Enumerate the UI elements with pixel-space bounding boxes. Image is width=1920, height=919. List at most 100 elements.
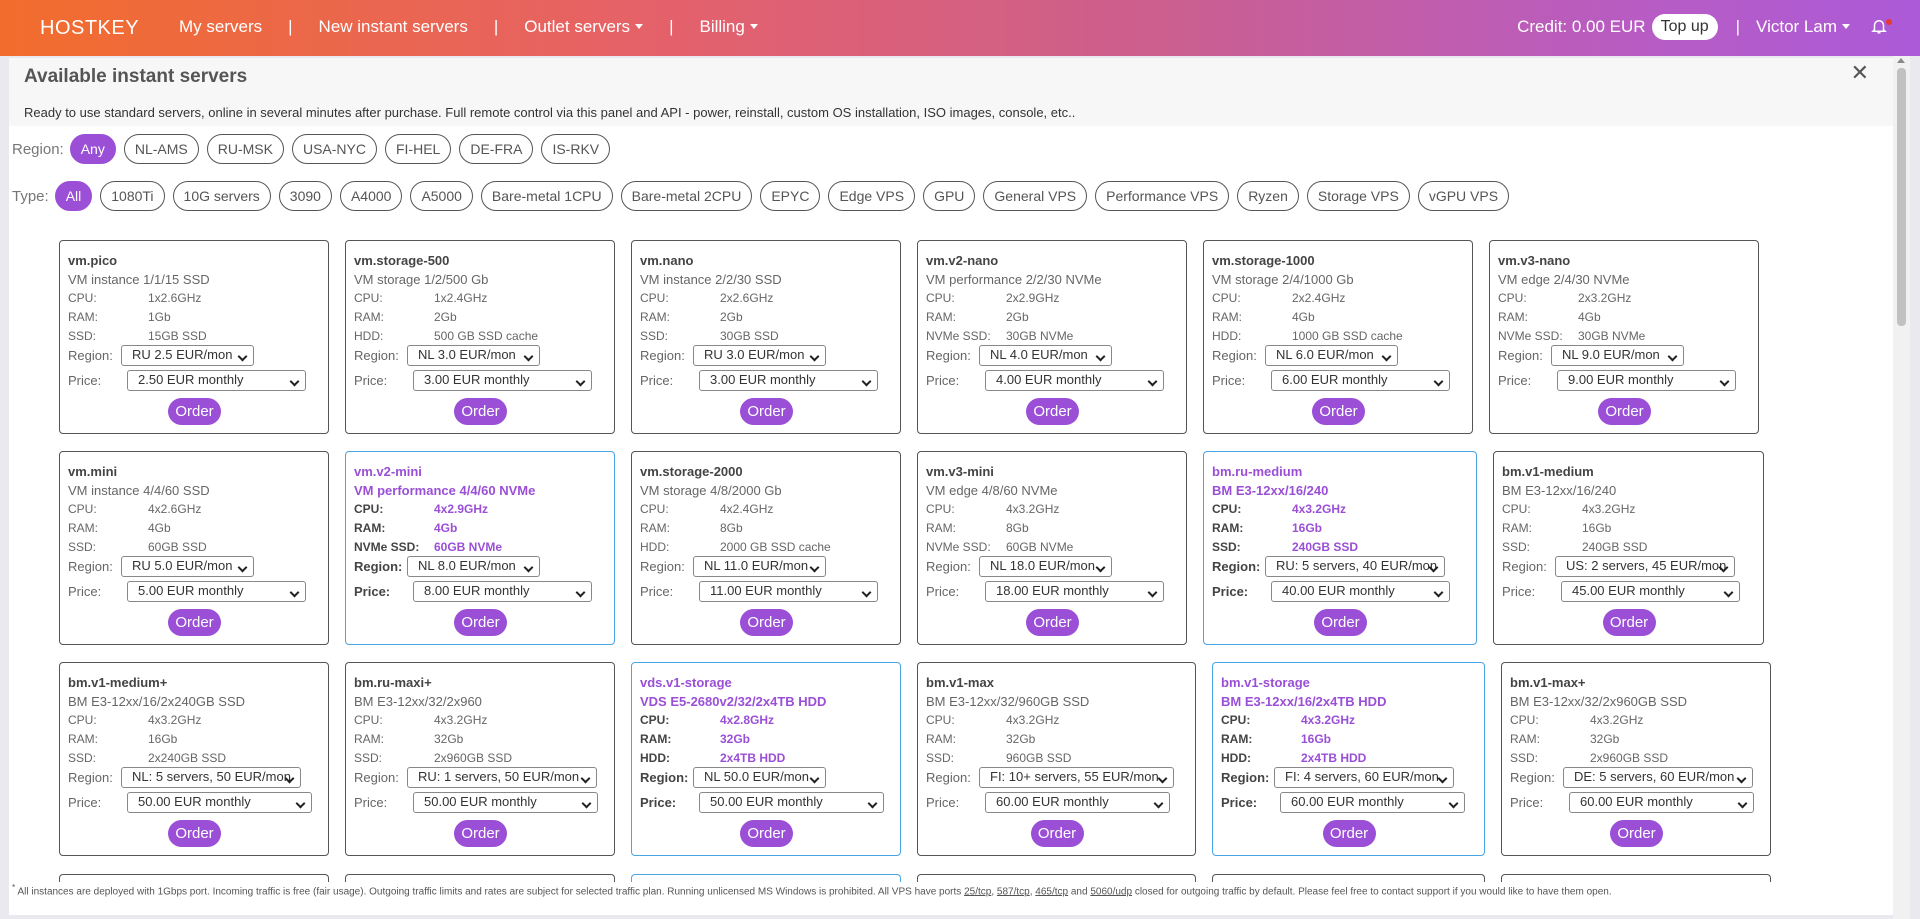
region-select[interactable]: NL 8.0 EUR/mon <box>407 556 540 577</box>
price-select[interactable]: 18.00 EUR monthly <box>985 581 1164 602</box>
spec-value-cpu: 4x3.2GHz <box>1301 713 1356 727</box>
price-select[interactable]: 3.00 EUR monthly <box>699 370 878 391</box>
notifications-bell-icon[interactable] <box>1870 17 1892 37</box>
region-select[interactable]: FI: 10+ servers, 55 EUR/mon <box>979 767 1174 788</box>
nav-my-servers[interactable]: My servers <box>179 17 262 37</box>
region-pill-ru-msk[interactable]: RU-MSK <box>206 134 284 164</box>
order-button[interactable]: Order <box>1598 398 1651 425</box>
type-pill-gpu[interactable]: GPU <box>923 181 976 211</box>
type-pill-10g-servers[interactable]: 10G servers <box>172 181 271 211</box>
brand-logo[interactable]: HOSTKEY <box>40 17 139 40</box>
order-button[interactable]: Order <box>1030 820 1084 847</box>
order-button[interactable]: Order <box>1026 609 1079 636</box>
nav-new-instant-servers[interactable]: New instant servers <box>319 17 468 37</box>
type-pill-general-vps[interactable]: General VPS <box>983 181 1088 211</box>
price-select[interactable]: 11.00 EUR monthly <box>699 581 878 602</box>
type-pill-bare-metal-2cpu[interactable]: Bare-metal 2CPU <box>620 181 753 211</box>
order-button[interactable]: Order <box>740 398 793 425</box>
price-select[interactable]: 45.00 EUR monthly <box>1561 581 1740 602</box>
order-button[interactable]: Order <box>740 820 793 847</box>
order-button[interactable]: Order <box>1322 820 1376 847</box>
type-pill-edge-vps[interactable]: Edge VPS <box>828 181 916 211</box>
order-button[interactable]: Order <box>1610 820 1663 847</box>
order-button[interactable]: Order <box>1312 398 1365 425</box>
order-button[interactable]: Order <box>1602 609 1656 636</box>
order-button[interactable]: Order <box>740 609 793 636</box>
order-button[interactable]: Order <box>454 398 507 425</box>
port-25-link[interactable]: 25/tcp <box>964 886 991 897</box>
price-select[interactable]: 2.50 EUR monthly <box>127 370 306 391</box>
user-menu[interactable]: Victor Lam <box>1756 17 1850 37</box>
price-select[interactable]: 50.00 EUR monthly <box>413 792 598 813</box>
region-select[interactable]: RU 3.0 EUR/mon <box>693 345 826 366</box>
order-button[interactable]: Order <box>1314 609 1367 636</box>
port-465-link[interactable]: 465/tcp <box>1035 886 1068 897</box>
region-select[interactable]: NL 9.0 EUR/mon <box>1551 345 1684 366</box>
scroll-up-arrow-icon[interactable] <box>1897 58 1905 63</box>
region-pill-usa-nyc[interactable]: USA-NYC <box>291 134 377 164</box>
type-pill-performance-vps[interactable]: Performance VPS <box>1095 181 1230 211</box>
type-pill-a4000[interactable]: A4000 <box>339 181 403 211</box>
region-select[interactable]: FI: 4 servers, 60 EUR/mon <box>1274 767 1454 788</box>
type-pill-all[interactable]: All <box>54 181 93 211</box>
region-pill-any[interactable]: Any <box>69 134 116 164</box>
type-pill-a5000[interactable]: A5000 <box>410 181 473 211</box>
region-select[interactable]: NL: 5 servers, 50 EUR/mon <box>121 767 301 788</box>
type-pill-bare-metal-1cpu[interactable]: Bare-metal 1CPU <box>480 181 613 211</box>
type-pill-1080ti[interactable]: 1080Ti <box>100 181 165 211</box>
region-select[interactable]: NL 18.0 EUR/mon <box>979 556 1112 577</box>
region-select[interactable]: NL 11.0 EUR/mon <box>693 556 826 577</box>
spec-value-cpu: 4x3.2GHz <box>1582 502 1636 516</box>
region-select[interactable]: US: 2 servers, 45 EUR/mon <box>1555 556 1735 577</box>
price-select[interactable]: 50.00 EUR monthly <box>699 792 884 813</box>
port-5060-link[interactable]: 5060/udp <box>1090 886 1132 897</box>
nav-billing[interactable]: Billing <box>699 17 757 37</box>
price-select[interactable]: 60.00 EUR monthly <box>985 792 1170 813</box>
type-pill-storage-vps[interactable]: Storage VPS <box>1306 181 1410 211</box>
order-button[interactable]: Order <box>168 609 221 636</box>
region-select[interactable]: RU 2.5 EUR/mon <box>121 345 254 366</box>
price-select[interactable]: 3.00 EUR monthly <box>413 370 592 391</box>
price-select[interactable]: 9.00 EUR monthly <box>1557 370 1736 391</box>
price-select[interactable]: 60.00 EUR monthly <box>1280 792 1465 813</box>
price-select[interactable]: 4.00 EUR monthly <box>985 370 1164 391</box>
order-button[interactable]: Order <box>1026 398 1079 425</box>
price-select[interactable]: 40.00 EUR monthly <box>1271 581 1450 602</box>
type-pill-vgpu-vps[interactable]: vGPU VPS <box>1417 181 1510 211</box>
type-pill-3090[interactable]: 3090 <box>278 181 332 211</box>
price-label: Price: <box>68 584 102 599</box>
price-select[interactable]: 8.00 EUR monthly <box>413 581 592 602</box>
spec-row-cpu: CPU: 2x2.6GHz <box>640 291 894 307</box>
price-select[interactable]: 50.00 EUR monthly <box>127 792 312 813</box>
scrollbar-thumb[interactable] <box>1897 68 1906 326</box>
region-select[interactable]: RU: 5 servers, 40 EUR/mon <box>1265 556 1445 577</box>
type-pill-ryzen[interactable]: Ryzen <box>1237 181 1299 211</box>
user-name: Victor Lam <box>1756 17 1837 36</box>
region-pill-nl-ams[interactable]: NL-AMS <box>123 134 199 164</box>
close-icon[interactable]: ✕ <box>1851 60 1869 86</box>
order-button[interactable]: Order <box>168 820 221 847</box>
region-label: Region: <box>68 770 113 785</box>
port-587-link[interactable]: 587/tcp <box>997 886 1030 897</box>
page-scrollbar[interactable] <box>1893 56 1910 919</box>
order-button[interactable]: Order <box>168 398 221 425</box>
price-select[interactable]: 5.00 EUR monthly <box>127 581 306 602</box>
order-button[interactable]: Order <box>454 609 507 636</box>
region-select[interactable]: NL 4.0 EUR/mon <box>979 345 1112 366</box>
price-select[interactable]: 6.00 EUR monthly <box>1271 370 1450 391</box>
price-select[interactable]: 60.00 EUR monthly <box>1569 792 1754 813</box>
region-select[interactable]: NL 6.0 EUR/mon <box>1265 345 1398 366</box>
order-button[interactable]: Order <box>454 820 507 847</box>
region-pill-fi-hel[interactable]: FI-HEL <box>384 134 452 164</box>
region-select[interactable]: NL 50.0 EUR/mon <box>693 767 826 788</box>
region-select[interactable]: NL 3.0 EUR/mon <box>407 345 540 366</box>
region-pill-de-fra[interactable]: DE-FRA <box>459 134 534 164</box>
nav-outlet-servers[interactable]: Outlet servers <box>524 17 643 37</box>
type-pill-epyc[interactable]: EPYC <box>760 181 821 211</box>
server-description: BM E3-12xx/16/2x4TB HDD <box>1221 694 1387 709</box>
region-pill-is-rkv[interactable]: IS-RKV <box>541 134 611 164</box>
region-select[interactable]: DE: 5 servers, 60 EUR/mon <box>1563 767 1753 788</box>
region-select[interactable]: RU: 1 servers, 50 EUR/mon <box>407 767 597 788</box>
region-select[interactable]: RU 5.0 EUR/mon <box>121 556 254 577</box>
top-up-button[interactable]: Top up <box>1651 14 1718 40</box>
